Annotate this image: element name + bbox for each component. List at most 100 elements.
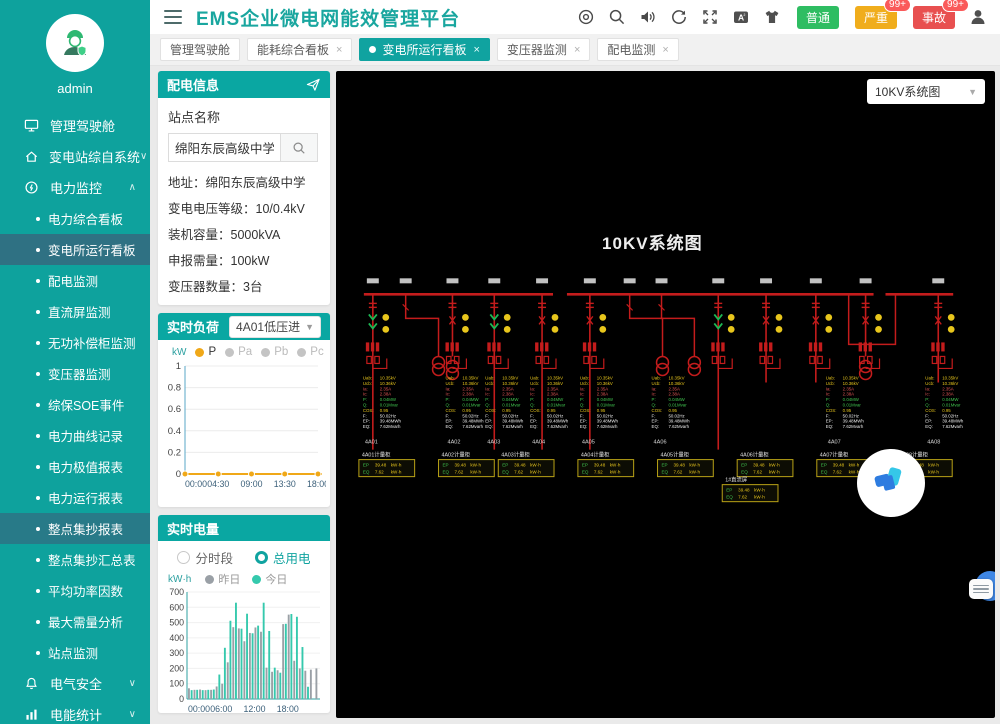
fullscreen-icon[interactable] bbox=[701, 8, 719, 26]
svg-text:EQ: EQ bbox=[821, 470, 828, 475]
energy-legend: 昨日今日 bbox=[205, 571, 287, 587]
legend-item-今日[interactable]: 今日 bbox=[252, 571, 287, 587]
close-icon[interactable]: × bbox=[662, 44, 668, 56]
sidebar-item-平均功率因数[interactable]: 平均功率因数 bbox=[0, 575, 150, 606]
legend-item-昨日[interactable]: 昨日 bbox=[205, 571, 240, 587]
sidebar-item-电力监控[interactable]: 电力监控∧ bbox=[0, 172, 150, 203]
sidebar-item-变压器监测[interactable]: 变压器监测 bbox=[0, 358, 150, 389]
svg-text:EQ:: EQ: bbox=[580, 424, 588, 429]
close-icon[interactable]: × bbox=[336, 44, 342, 56]
svg-text:Ic:: Ic: bbox=[826, 392, 831, 397]
bullet-icon bbox=[36, 589, 40, 593]
panel-realtime-energy-header: 实时电量 bbox=[158, 515, 330, 541]
sidebar-item-最大需量分析[interactable]: 最大需量分析 bbox=[0, 606, 150, 637]
avatar[interactable] bbox=[46, 14, 104, 72]
sidebar-item-综保SOE事件[interactable]: 综保SOE事件 bbox=[0, 389, 150, 420]
svg-text:400: 400 bbox=[169, 633, 184, 643]
svg-text:Uab:: Uab: bbox=[580, 375, 589, 380]
site-search-button[interactable] bbox=[280, 133, 318, 162]
sidebar-item-直流屏监测[interactable]: 直流屏监测 bbox=[0, 296, 150, 327]
tab-变电所运行看板[interactable]: 变电所运行看板× bbox=[359, 38, 489, 61]
site-field: 地址：绵阳东辰高级中学 bbox=[168, 170, 320, 196]
search-icon[interactable] bbox=[608, 8, 626, 26]
feeder-select[interactable]: 4A01低压进 ▼ bbox=[229, 316, 321, 338]
sidebar-item-电力综合看板[interactable]: 电力综合看板 bbox=[0, 203, 150, 234]
diagram-select[interactable]: 10KV系统图 ▼ bbox=[867, 79, 985, 104]
svg-text:EQ: EQ bbox=[726, 495, 733, 500]
svg-text:kW·h: kW·h bbox=[689, 470, 700, 475]
sidebar-item-电力运行报表[interactable]: 电力运行报表 bbox=[0, 482, 150, 513]
site-name-input[interactable] bbox=[168, 133, 280, 162]
sidebar-item-电力极值报表[interactable]: 电力极值报表 bbox=[0, 451, 150, 482]
svg-text:4A01: 4A01 bbox=[365, 440, 378, 446]
chevron-down-icon: ▼ bbox=[968, 87, 977, 97]
svg-text:39.48MWh: 39.48MWh bbox=[380, 419, 402, 424]
sidebar-item-整点集抄汇总表[interactable]: 整点集抄汇总表 bbox=[0, 544, 150, 575]
svg-text:50.02Hz: 50.02Hz bbox=[843, 413, 859, 418]
svg-text:4A03: 4A03 bbox=[487, 440, 500, 446]
svg-text:0.4: 0.4 bbox=[168, 426, 181, 437]
close-icon[interactable]: × bbox=[473, 44, 479, 56]
radio-分时段[interactable]: 分时段 bbox=[177, 548, 233, 567]
radio-总用电[interactable]: 总用电 bbox=[255, 548, 311, 567]
svg-text:EQ:: EQ: bbox=[826, 424, 834, 429]
bullet-icon bbox=[36, 651, 40, 655]
close-icon[interactable]: × bbox=[574, 44, 580, 56]
sidebar-item-配电监测[interactable]: 配电监测 bbox=[0, 265, 150, 296]
bullet-icon bbox=[36, 620, 40, 624]
chevron-down-icon: ∨ bbox=[129, 678, 136, 689]
svg-text:06:00: 06:00 bbox=[210, 704, 232, 713]
sidebar-item-label: 电力曲线记录 bbox=[48, 426, 123, 445]
svg-text:2.35A: 2.35A bbox=[843, 386, 854, 391]
sidebar-item-管理驾驶舱[interactable]: 管理驾驶舱 bbox=[0, 110, 150, 141]
sidebar-item-电能统计[interactable]: 电能统计∨ bbox=[0, 699, 150, 724]
sidebar-item-整点集抄报表[interactable]: 整点集抄报表 bbox=[0, 513, 150, 544]
svg-text:0.04MW: 0.04MW bbox=[462, 397, 479, 402]
badge-事故[interactable]: 事故99+ bbox=[913, 6, 955, 29]
legend-item-Pb[interactable]: Pb bbox=[261, 346, 288, 358]
svg-text:EQ:: EQ: bbox=[530, 424, 538, 429]
sidebar-item-电力曲线记录[interactable]: 电力曲线记录 bbox=[0, 420, 150, 451]
target-icon[interactable] bbox=[577, 8, 595, 26]
field-label: 变压器数量： bbox=[168, 280, 243, 294]
svg-text:7.62Mvarh: 7.62Mvarh bbox=[547, 424, 568, 429]
legend-item-P[interactable]: P bbox=[195, 346, 216, 358]
svg-text:50.02Hz: 50.02Hz bbox=[380, 413, 396, 418]
svg-text:Ia:: Ia: bbox=[485, 386, 490, 391]
volume-icon[interactable] bbox=[639, 8, 657, 26]
sidebar-item-站点监测[interactable]: 站点监测 bbox=[0, 637, 150, 668]
site-field: 申报需量：100kW bbox=[168, 248, 320, 274]
bullet-icon bbox=[36, 496, 40, 500]
dashboard-icon bbox=[24, 118, 40, 134]
svg-text:Ia:: Ia: bbox=[925, 386, 930, 391]
svg-text:39.48: 39.48 bbox=[594, 463, 606, 468]
site-field: 装机容量：5000kVA bbox=[168, 222, 320, 248]
legend-item-Pa[interactable]: Pa bbox=[225, 346, 252, 358]
sidebar-item-label: 变电站综自系统 bbox=[49, 147, 140, 166]
theme-icon[interactable] bbox=[763, 8, 781, 26]
sidebar-item-变电所运行看板[interactable]: 变电所运行看板 bbox=[0, 234, 150, 265]
user-icon[interactable] bbox=[968, 7, 988, 27]
badge-严重[interactable]: 严重99+ bbox=[855, 6, 897, 29]
tab-变压器监测[interactable]: 变压器监测× bbox=[497, 38, 590, 61]
sidebar-item-电气安全[interactable]: 电气安全∨ bbox=[0, 668, 150, 699]
svg-text:2.35A: 2.35A bbox=[462, 386, 473, 391]
bullet-icon bbox=[36, 279, 40, 283]
panel-title: 配电信息 bbox=[167, 75, 219, 94]
sidebar-item-label: 配电监测 bbox=[48, 271, 98, 290]
badge-普通[interactable]: 普通 bbox=[797, 6, 839, 29]
tab-配电监测[interactable]: 配电监测× bbox=[597, 38, 678, 61]
tab-管理驾驶舱[interactable]: 管理驾驶舱 bbox=[160, 38, 240, 61]
sidebar-item-label: 电力极值报表 bbox=[48, 457, 123, 476]
svg-text:COS:: COS: bbox=[485, 408, 496, 413]
todesk-float-menu[interactable] bbox=[969, 579, 993, 599]
send-icon[interactable] bbox=[306, 77, 321, 92]
refresh-icon[interactable] bbox=[670, 8, 688, 26]
tab-能耗综合看板[interactable]: 能耗综合看板× bbox=[247, 38, 352, 61]
legend-item-Pc[interactable]: Pc bbox=[297, 346, 323, 358]
translate-icon[interactable]: A² bbox=[732, 8, 750, 26]
svg-text:P:: P: bbox=[580, 397, 584, 402]
sidebar-item-无功补偿柜监测[interactable]: 无功补偿柜监测 bbox=[0, 327, 150, 358]
sidebar-item-变电站综自系统[interactable]: 变电站综自系统∨ bbox=[0, 141, 150, 172]
menu-toggle-icon[interactable] bbox=[164, 10, 182, 24]
